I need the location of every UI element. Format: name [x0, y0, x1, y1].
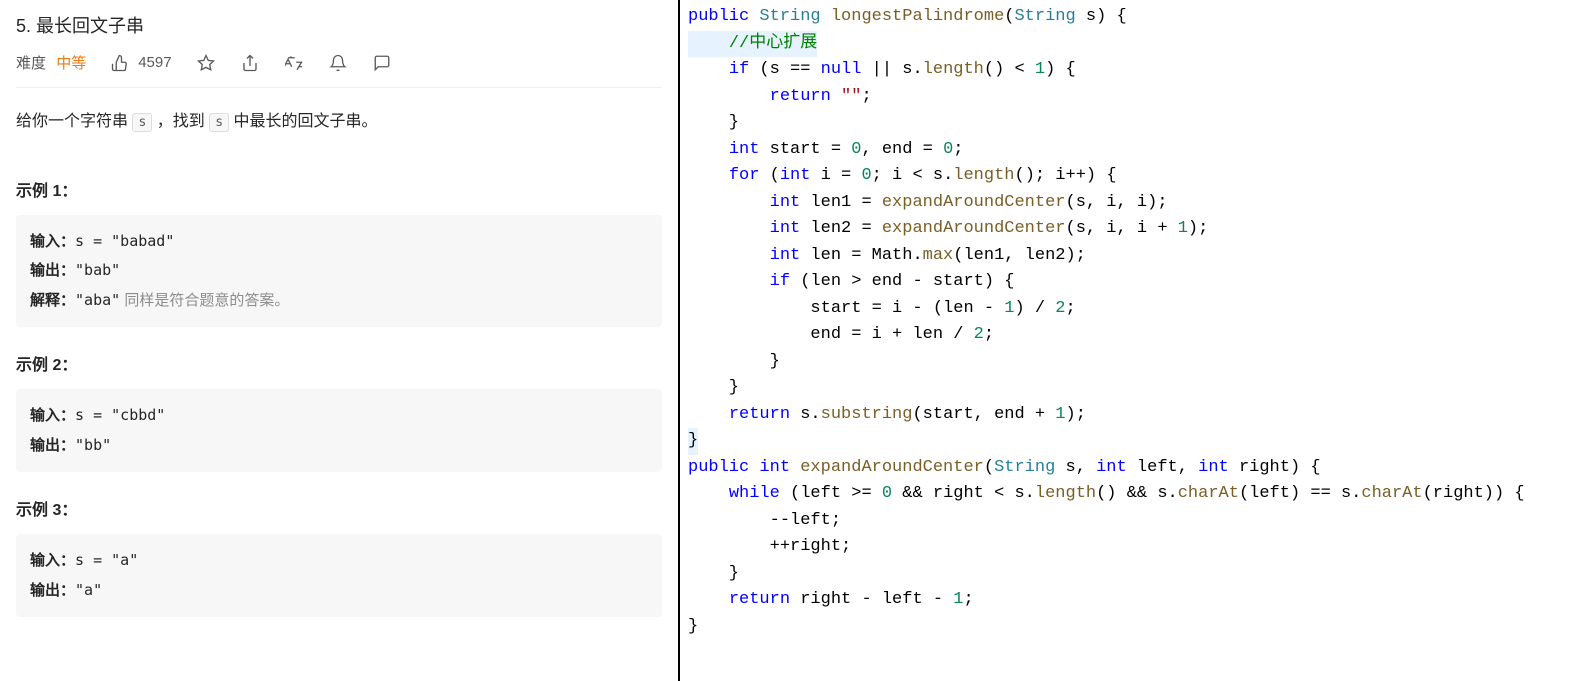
difficulty: 难度 中等 — [16, 52, 86, 73]
code-line[interactable]: } — [688, 378, 739, 397]
example-title: 示例 3： — [16, 496, 662, 520]
example-block: 输入：s = "a"输出："a" — [16, 534, 662, 617]
example-input-label: 输入： — [30, 233, 75, 250]
code-line[interactable]: return ""; — [688, 87, 872, 106]
code-line[interactable]: public int expandAroundCenter(String s, … — [688, 458, 1321, 477]
code-line[interactable]: int len2 = expandAroundCenter(s, i, i + … — [688, 219, 1208, 238]
likes-button[interactable]: 4597 — [110, 53, 171, 73]
example-input-value: s = "a" — [75, 551, 138, 569]
example-block: 输入：s = "cbbd"输出："bb" — [16, 389, 662, 472]
example-output-label: 输出： — [30, 582, 75, 599]
code-line[interactable]: int len1 = expandAroundCenter(s, i, i); — [688, 193, 1168, 212]
problem-description: 给你一个字符串 s ，找到 s 中最长的回文子串。 — [16, 108, 662, 137]
code-line[interactable]: while (left >= 0 && right < s.length() &… — [688, 484, 1525, 503]
code-line[interactable]: } — [688, 428, 698, 455]
code-line[interactable]: public String longestPalindrome(String s… — [688, 7, 1127, 26]
example-output-value: "bb" — [75, 436, 111, 454]
difficulty-value: 中等 — [56, 55, 86, 72]
example-explain-label: 解释： — [30, 292, 75, 309]
feedback-icon[interactable] — [372, 53, 392, 73]
code-line[interactable]: } — [688, 617, 698, 636]
desc-text: 中最长的回文子串。 — [229, 113, 377, 130]
code-line[interactable]: //中心扩展 — [688, 31, 817, 58]
likes-count: 4597 — [138, 54, 171, 71]
problem-description-panel: 5. 最长回文子串 难度 中等 4597 给你一个字符串 s ，找到 s 中最 — [0, 0, 680, 681]
example-input-value: s = "cbbd" — [75, 406, 165, 424]
code-line[interactable]: } — [688, 352, 780, 371]
problem-title: 5. 最长回文子串 — [16, 12, 662, 38]
star-icon[interactable] — [196, 53, 216, 73]
example-title: 示例 2： — [16, 351, 662, 375]
code-line[interactable]: } — [688, 113, 739, 132]
code-line[interactable]: } — [688, 564, 739, 583]
code-line[interactable]: end = i + len / 2; — [688, 325, 994, 344]
example-input-label: 输入： — [30, 407, 75, 424]
code-line[interactable]: start = i - (len - 1) / 2; — [688, 299, 1076, 318]
code-line[interactable]: for (int i = 0; i < s.length(); i++) { — [688, 166, 1117, 185]
example-input-value: s = "babad" — [75, 232, 174, 250]
code-line[interactable]: return right - left - 1; — [688, 590, 974, 609]
example-input-label: 输入： — [30, 552, 75, 569]
translate-icon[interactable] — [284, 53, 304, 73]
inline-code: s — [132, 113, 152, 132]
desc-text: 给你一个字符串 — [16, 113, 132, 130]
problem-meta-row: 难度 中等 4597 — [16, 52, 662, 88]
examples-container: 示例 1：输入：s = "babad"输出："bab"解释："aba" 同样是符… — [16, 177, 662, 618]
code-line[interactable]: int len = Math.max(len1, len2); — [688, 246, 1086, 265]
example-output-value: "bab" — [75, 261, 120, 279]
code-editor[interactable]: public String longestPalindrome(String s… — [680, 0, 1586, 681]
code-line[interactable]: if (s == null || s.length() < 1) { — [688, 60, 1076, 79]
difficulty-label: 难度 — [16, 55, 46, 72]
example-output-value: "a" — [75, 581, 102, 599]
example-output-label: 输出： — [30, 262, 75, 279]
example-explain-mono: "aba" — [75, 291, 120, 309]
desc-text: ，找到 — [152, 113, 209, 130]
example-explain-text: 同样是符合题意的答案。 — [120, 292, 289, 309]
example-block: 输入：s = "babad"输出："bab"解释："aba" 同样是符合题意的答… — [16, 215, 662, 328]
code-line[interactable]: ++right; — [688, 537, 851, 556]
share-icon[interactable] — [240, 53, 260, 73]
code-line[interactable]: if (len > end - start) { — [688, 272, 1014, 291]
example-title: 示例 1： — [16, 177, 662, 201]
code-line[interactable]: --left; — [688, 511, 841, 530]
thumbs-up-icon — [110, 53, 130, 73]
code-line[interactable]: int start = 0, end = 0; — [688, 140, 963, 159]
bell-icon[interactable] — [328, 53, 348, 73]
example-output-label: 输出： — [30, 437, 75, 454]
code-line[interactable]: return s.substring(start, end + 1); — [688, 405, 1086, 424]
inline-code: s — [209, 113, 229, 132]
